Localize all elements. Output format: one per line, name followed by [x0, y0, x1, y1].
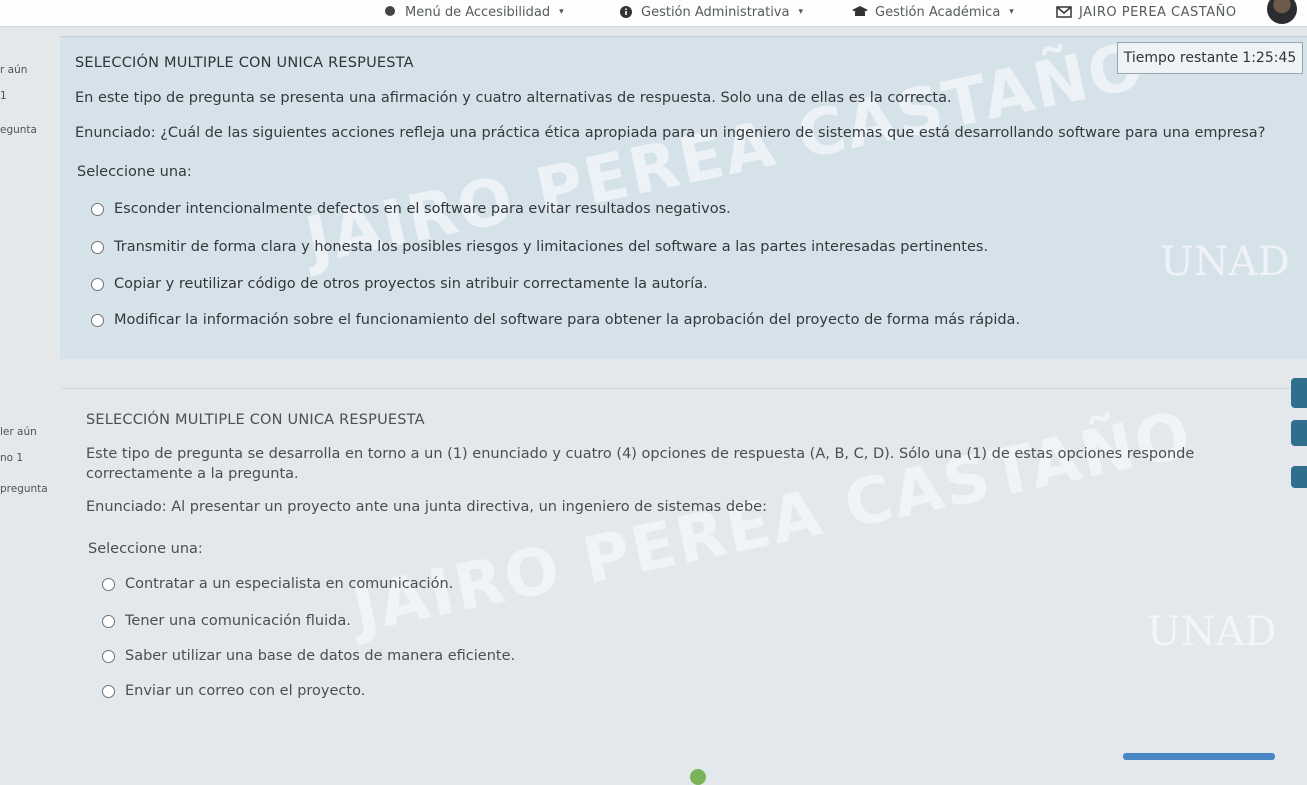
academic-menu-label: Gestión Académica	[875, 4, 1001, 20]
question-statement: Enunciado: ¿Cuál de las siguientes accio…	[75, 125, 1266, 141]
radio-button[interactable]	[91, 202, 104, 216]
q1-flag-link[interactable]: egunta	[0, 124, 37, 136]
info-icon	[620, 6, 632, 18]
answer-option[interactable]: Copiar y reutilizar código de otros proy…	[91, 276, 708, 292]
admin-menu[interactable]: Gestión Administrativa ▾	[618, 2, 803, 22]
radio-button[interactable]	[91, 240, 104, 254]
watermark-text: JAIRO PEREA CASTAÑO	[346, 397, 1199, 648]
question-description: En este tipo de pregunta se presenta una…	[75, 90, 952, 106]
academic-menu[interactable]: Gestión Académica ▾	[852, 2, 1014, 22]
q2-status: ler aún	[0, 426, 37, 438]
admin-menu-label: Gestión Administrativa	[641, 4, 790, 20]
select-prompt: Seleccione una:	[88, 541, 203, 557]
answer-option[interactable]: Esconder intencionalmente defectos en el…	[91, 201, 731, 217]
question-type: SELECCIÓN MULTIPLE CON UNICA RESPUESTA	[86, 412, 425, 428]
timer-label: Tiempo restante	[1123, 50, 1239, 66]
accessibility-icon	[385, 6, 395, 16]
q1-status: r aún	[0, 64, 28, 76]
question-statement: Enunciado: Al presentar un proyecto ante…	[86, 499, 767, 515]
user-menu[interactable]: JAIRO PEREA CASTAÑO	[1056, 2, 1237, 22]
answer-option-label: Tener una comunicación fluida.	[125, 613, 351, 629]
question-type: SELECCIÓN MULTIPLE CON UNICA RESPUESTA	[75, 55, 414, 71]
answer-option-label: Transmitir de forma clara y honesta los …	[114, 239, 989, 255]
drawer-toggle-button[interactable]	[1291, 378, 1307, 408]
top-navigation-bar: Menú de Accesibilidad ▾ Gestión Administ…	[0, 0, 1307, 27]
chat-bubble-icon[interactable]	[690, 769, 706, 785]
graduation-cap-icon	[852, 6, 868, 16]
chevron-down-icon: ▾	[559, 7, 564, 17]
mail-icon	[1056, 6, 1072, 18]
q2-flag-link[interactable]: pregunta	[0, 483, 48, 495]
answer-option-label: Contratar a un especialista en comunicac…	[125, 576, 454, 592]
answer-option[interactable]: Transmitir de forma clara y honesta los …	[91, 239, 988, 255]
radio-button[interactable]	[102, 649, 115, 663]
unad-logo: UNAD	[1160, 239, 1290, 285]
answer-option-label: Esconder intencionalmente defectos en el…	[114, 201, 731, 217]
question-card-2: JAIRO PEREA CASTAÑO UNAD SELECCIÓN MULTI…	[62, 388, 1292, 779]
drawer-toggle-button[interactable]	[1291, 420, 1307, 446]
answer-option-label: Enviar un correo con el proyecto.	[125, 683, 366, 699]
accessibility-menu-label: Menú de Accesibilidad	[405, 4, 551, 20]
radio-button[interactable]	[102, 577, 115, 591]
radio-button[interactable]	[91, 313, 104, 327]
answer-option-label: Copiar y reutilizar código de otros proy…	[114, 276, 708, 292]
q2-number: no 1	[0, 452, 24, 464]
radio-button[interactable]	[102, 614, 115, 628]
q1-number: 1	[0, 90, 7, 102]
progress-bar	[1123, 753, 1275, 760]
question-card-1: JAIRO PEREA CASTAÑO UNAD SELECCIÓN MULTI…	[60, 29, 1307, 359]
radio-button[interactable]	[102, 684, 115, 698]
answer-option[interactable]: Modificar la información sobre el funcio…	[91, 312, 1020, 328]
drawer-toggle-button[interactable]	[1291, 466, 1307, 488]
chevron-down-icon: ▾	[798, 7, 804, 17]
answer-option[interactable]: Tener una comunicación fluida.	[102, 613, 351, 629]
answer-option[interactable]: Saber utilizar una base de datos de mane…	[102, 648, 515, 664]
unad-logo: UNAD	[1147, 609, 1277, 655]
radio-button[interactable]	[91, 277, 104, 291]
chevron-down-icon: ▾	[1009, 7, 1014, 17]
accessibility-menu[interactable]: Menú de Accesibilidad ▾	[382, 2, 564, 22]
user-name: JAIRO PEREA CASTAÑO	[1079, 4, 1237, 20]
answer-option-label: Saber utilizar una base de datos de mane…	[125, 648, 516, 664]
select-prompt: Seleccione una:	[77, 164, 192, 180]
avatar[interactable]	[1267, 0, 1297, 24]
answer-option-label: Modificar la información sobre el funcio…	[114, 312, 1021, 328]
answer-option[interactable]: Contratar a un especialista en comunicac…	[102, 576, 453, 592]
timer-value: 1:25:45	[1242, 50, 1297, 66]
answer-option[interactable]: Enviar un correo con el proyecto.	[102, 683, 365, 699]
question-description: Este tipo de pregunta se desarrolla en t…	[86, 446, 1195, 482]
time-remaining: Tiempo restante 1:25:45	[1117, 42, 1303, 74]
